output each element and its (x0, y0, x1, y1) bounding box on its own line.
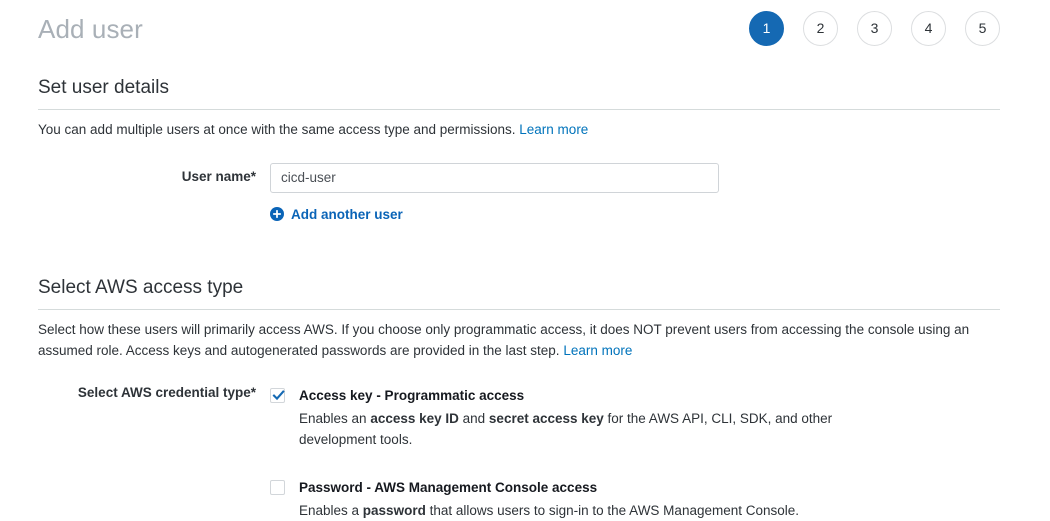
wizard-step-4[interactable]: 4 (911, 10, 946, 46)
password-option-body: Password - AWS Management Console access… (299, 477, 799, 521)
access-key-option-body: Access key - Programmatic access Enables… (299, 385, 859, 450)
page-header: Add user 1 2 3 4 5 (0, 0, 1050, 56)
select-access-type-heading: Select AWS access type (38, 277, 244, 299)
section-divider-user-details (38, 108, 1000, 110)
wizard-step-1-number: 1 (762, 20, 771, 36)
wizard-step-5-number: 5 (978, 20, 987, 36)
main-content: Set user details You can add multiple us… (0, 77, 1050, 521)
password-desc-2: that allows users to sign-in to the AWS … (425, 503, 800, 519)
wizard-step-2-number: 2 (816, 20, 825, 36)
option-password[interactable]: Password - AWS Management Console access… (270, 477, 859, 521)
access-key-desc-2: and (458, 411, 489, 427)
access-key-desc-bold-1: access key ID (370, 411, 459, 427)
wizard-step-3[interactable]: 3 (857, 10, 892, 46)
wizard-step-5[interactable]: 5 (965, 10, 1000, 46)
add-another-user-label: Add another user (291, 206, 403, 222)
access-type-description: Select how these users will primarily ac… (38, 319, 998, 361)
access-key-desc-bold-2: secret access key (488, 411, 604, 427)
password-desc-bold-1: password (362, 503, 426, 519)
username-label: User name* (181, 168, 256, 184)
access-type-description-text: Select how these users will primarily ac… (38, 322, 970, 359)
wizard-step-4-number: 4 (924, 20, 933, 36)
user-details-learn-more-link[interactable]: Learn more (519, 122, 588, 137)
access-key-option-description: Enables an access key ID and secret acce… (299, 408, 859, 450)
section-divider-access-type (38, 309, 1000, 311)
checkmark-icon (272, 389, 285, 402)
option-access-key[interactable]: Access key - Programmatic access Enables… (270, 385, 859, 450)
credential-type-row: Select AWS credential type* Access key -… (38, 383, 1000, 521)
wizard-step-3-number: 3 (870, 20, 879, 36)
username-input[interactable] (270, 162, 719, 193)
wizard-step-1[interactable]: 1 (749, 10, 784, 46)
password-desc-1: Enables a (299, 503, 363, 519)
wizard-step-2[interactable]: 2 (803, 10, 838, 46)
access-key-option-title: Access key - Programmatic access (299, 388, 525, 404)
user-details-description-text: You can add multiple users at once with … (38, 121, 516, 137)
password-option-title: Password - AWS Management Console access (299, 480, 598, 496)
password-checkbox[interactable] (270, 480, 285, 496)
access-key-desc-1: Enables an (299, 411, 371, 427)
username-control: Add another user (270, 162, 1000, 227)
add-another-user-button[interactable]: Add another user (270, 207, 403, 222)
plus-circle-icon (270, 207, 284, 222)
wizard-step-indicator: 1 2 3 4 5 (749, 10, 1000, 46)
access-type-learn-more-link[interactable]: Learn more (563, 343, 632, 358)
credential-type-options: Access key - Programmatic access Enables… (270, 383, 859, 521)
username-form-row: User name* Add another user (38, 162, 1000, 227)
user-details-description: You can add multiple users at once with … (38, 119, 998, 140)
password-option-description: Enables a password that allows users to … (299, 500, 799, 521)
page-title: Add user (38, 14, 143, 44)
access-key-checkbox[interactable] (270, 388, 285, 404)
set-user-details-heading: Set user details (38, 77, 169, 98)
credential-type-label: Select AWS credential type* (77, 385, 256, 401)
